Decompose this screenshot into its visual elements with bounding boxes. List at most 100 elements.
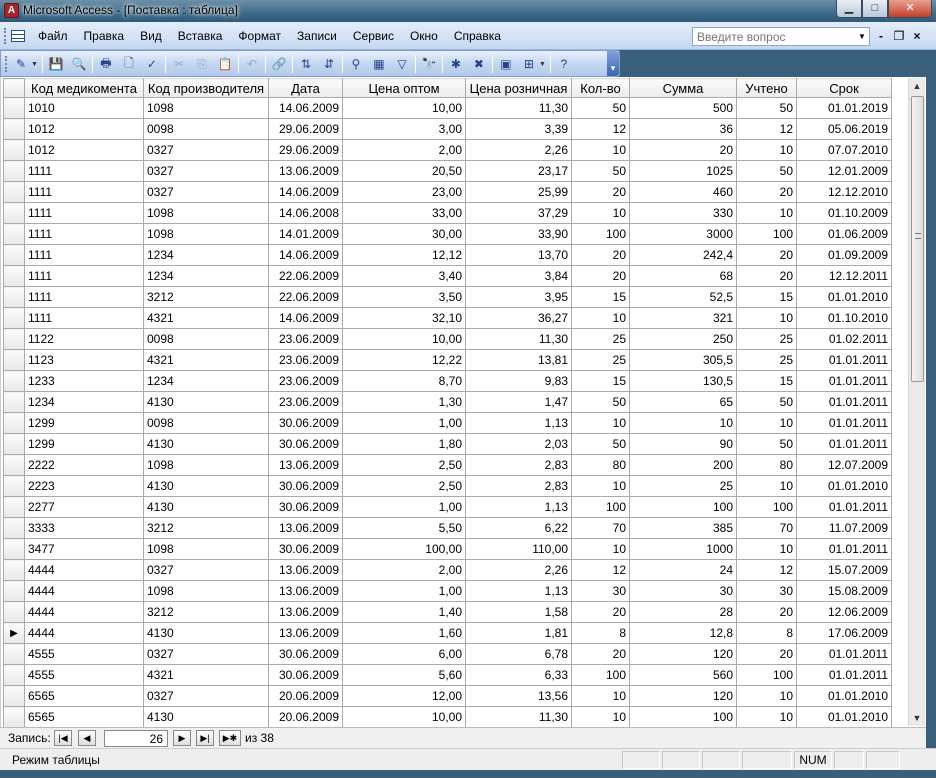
table-cell[interactable]: 10 (571, 202, 630, 224)
record-selector[interactable] (3, 643, 25, 665)
table-cell[interactable]: 10 (571, 475, 630, 497)
hyperlink-icon[interactable]: 🔗 (269, 54, 289, 74)
record-selector[interactable] (3, 685, 25, 707)
table-cell[interactable]: 10 (736, 412, 797, 434)
table-cell[interactable]: 20 (736, 601, 797, 623)
table-cell[interactable]: 68 (629, 265, 737, 287)
table-cell[interactable]: 1122 (24, 328, 144, 350)
table-cell[interactable]: 52,5 (629, 286, 737, 308)
table-cell[interactable]: 4444 (24, 580, 144, 602)
table-cell[interactable]: 4130 (143, 496, 269, 518)
table-cell[interactable]: 33,90 (465, 223, 572, 245)
table-cell[interactable]: 23.06.2009 (268, 370, 343, 392)
table-cell[interactable]: 10,00 (342, 328, 466, 350)
table-cell[interactable]: 3212 (143, 517, 269, 539)
table-cell[interactable]: 12.01.2009 (796, 160, 892, 182)
table-cell[interactable]: 6565 (24, 685, 144, 707)
record-selector[interactable] (3, 517, 25, 539)
help-question-input[interactable] (693, 28, 853, 45)
table-cell[interactable]: 100 (571, 223, 630, 245)
record-selector[interactable] (3, 454, 25, 476)
select-all-corner[interactable] (3, 78, 25, 98)
table-cell[interactable]: 100,00 (342, 538, 466, 560)
toolbar-options-icon[interactable]: ▾ (607, 51, 619, 76)
table-cell[interactable]: 50 (736, 391, 797, 413)
table-cell[interactable]: 30.06.2009 (268, 412, 343, 434)
current-record-input[interactable] (104, 730, 168, 747)
table-cell[interactable]: 560 (629, 664, 737, 686)
table-cell[interactable]: 14.06.2009 (268, 244, 343, 266)
table-cell[interactable]: 90 (629, 433, 737, 455)
table-cell[interactable]: 14.06.2009 (268, 181, 343, 203)
sort-ascending-icon[interactable]: ⇅ (296, 54, 316, 74)
new-object-icon[interactable]: ⊞ (519, 54, 539, 74)
table-cell[interactable]: 25 (571, 328, 630, 350)
table-cell[interactable]: 12.12.2010 (796, 181, 892, 203)
table-cell[interactable]: 11.07.2009 (796, 517, 892, 539)
table-cell[interactable]: 110,00 (465, 538, 572, 560)
table-cell[interactable]: 0327 (143, 685, 269, 707)
table-cell[interactable]: 1098 (143, 580, 269, 602)
table-cell[interactable]: 321 (629, 307, 737, 329)
table-cell[interactable]: 50 (736, 160, 797, 182)
table-cell[interactable]: 50 (736, 433, 797, 455)
save-icon[interactable]: 💾 (46, 54, 66, 74)
table-cell[interactable]: 3,39 (465, 118, 572, 140)
table-cell[interactable]: 4444 (24, 559, 144, 581)
new-record-nav-button[interactable]: ▶✱ (219, 730, 241, 746)
record-selector[interactable] (3, 601, 25, 623)
table-cell[interactable]: 01.01.2011 (796, 538, 892, 560)
menu-item-4[interactable]: Формат (230, 22, 289, 50)
record-selector[interactable] (3, 244, 25, 266)
table-cell[interactable]: 1098 (143, 202, 269, 224)
table-cell[interactable]: 4555 (24, 643, 144, 665)
table-cell[interactable]: 20 (571, 244, 630, 266)
column-header[interactable]: Дата (268, 78, 343, 98)
table-cell[interactable]: 2,26 (465, 139, 572, 161)
apply-filter-icon[interactable]: ▽ (392, 54, 412, 74)
table-cell[interactable]: 1234 (143, 265, 269, 287)
table-cell[interactable]: 5,60 (342, 664, 466, 686)
table-cell[interactable]: 4555 (24, 664, 144, 686)
table-cell[interactable]: 50 (571, 433, 630, 455)
table-cell[interactable]: 01.01.2019 (796, 97, 892, 119)
record-selector[interactable] (3, 139, 25, 161)
table-cell[interactable]: 3,40 (342, 265, 466, 287)
table-cell[interactable]: 30.06.2009 (268, 643, 343, 665)
table-cell[interactable]: 2223 (24, 475, 144, 497)
table-cell[interactable]: 0327 (143, 181, 269, 203)
table-cell[interactable]: 22.06.2009 (268, 265, 343, 287)
scroll-thumb[interactable] (911, 96, 924, 382)
table-cell[interactable]: 1111 (24, 244, 144, 266)
vertical-scrollbar[interactable]: ▲ ▼ (908, 78, 925, 726)
table-cell[interactable]: 01.01.2011 (796, 370, 892, 392)
table-cell[interactable]: 120 (629, 643, 737, 665)
table-cell[interactable]: 100 (736, 664, 797, 686)
maximize-button[interactable]: □ (862, 0, 888, 18)
table-cell[interactable]: 10 (736, 202, 797, 224)
table-cell[interactable]: 30.06.2009 (268, 475, 343, 497)
table-cell[interactable]: 17.06.2009 (796, 622, 892, 644)
table-cell[interactable]: 1010 (24, 97, 144, 119)
record-selector[interactable] (3, 265, 25, 287)
record-selector[interactable] (3, 202, 25, 224)
menu-item-8[interactable]: Справка (446, 22, 509, 50)
table-cell[interactable]: 20,50 (342, 160, 466, 182)
table-cell[interactable]: 01.01.2011 (796, 643, 892, 665)
table-cell[interactable]: 120 (629, 685, 737, 707)
table-cell[interactable]: 250 (629, 328, 737, 350)
table-cell[interactable]: 36 (629, 118, 737, 140)
table-cell[interactable]: 20 (571, 643, 630, 665)
table-cell[interactable]: 100 (629, 496, 737, 518)
document-close-button[interactable]: × (908, 27, 926, 45)
undo-icon[interactable]: ↶ (242, 54, 262, 74)
table-cell[interactable]: 20 (736, 643, 797, 665)
table-cell[interactable]: 13.06.2009 (268, 622, 343, 644)
record-selector[interactable] (3, 580, 25, 602)
table-cell[interactable]: 3,00 (342, 118, 466, 140)
table-cell[interactable]: 4321 (143, 307, 269, 329)
table-cell[interactable]: 15.08.2009 (796, 580, 892, 602)
column-header[interactable]: Цена оптом (342, 78, 466, 98)
table-cell[interactable]: 01.01.2010 (796, 286, 892, 308)
table-cell[interactable]: 10 (736, 706, 797, 727)
